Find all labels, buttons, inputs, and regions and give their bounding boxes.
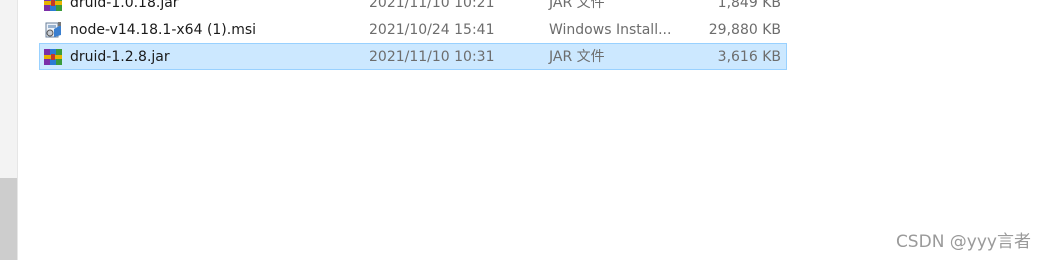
file-list: druid-1.0.18.jar 2021/11/10 10:21 JAR 文件…: [39, 0, 787, 70]
file-name: druid-1.2.8.jar: [70, 49, 170, 65]
file-size: 29,880 KB: [708, 22, 781, 38]
file-row-druid-1-0-18[interactable]: druid-1.0.18.jar 2021/11/10 10:21 JAR 文件…: [39, 0, 787, 16]
file-name: node-v14.18.1-x64 (1).msi: [70, 22, 257, 38]
file-type: Windows Install...: [549, 22, 672, 38]
file-name: druid-1.0.18.jar: [70, 0, 179, 11]
msi-installer-icon: [43, 21, 63, 39]
navigation-pane: [0, 0, 18, 260]
file-type: JAR 文件: [549, 0, 605, 11]
file-date-modified: 2021/11/10 10:21: [369, 0, 495, 11]
navigation-scrollbar-thumb[interactable]: [0, 178, 17, 260]
file-date-modified: 2021/10/24 15:41: [369, 22, 495, 38]
file-row-node-msi[interactable]: node-v14.18.1-x64 (1).msi 2021/10/24 15:…: [39, 16, 787, 43]
file-size: 3,616 KB: [717, 49, 781, 65]
jar-archive-icon: [43, 48, 63, 66]
file-type: JAR 文件: [549, 49, 605, 65]
file-size: 1,849 KB: [717, 0, 781, 11]
csdn-watermark: CSDN @yyy言者: [895, 232, 1031, 252]
file-date-modified: 2021/11/10 10:31: [369, 49, 495, 65]
jar-archive-icon: [43, 0, 63, 12]
file-row-druid-1-2-8[interactable]: druid-1.2.8.jar 2021/11/10 10:31 JAR 文件 …: [39, 43, 787, 70]
